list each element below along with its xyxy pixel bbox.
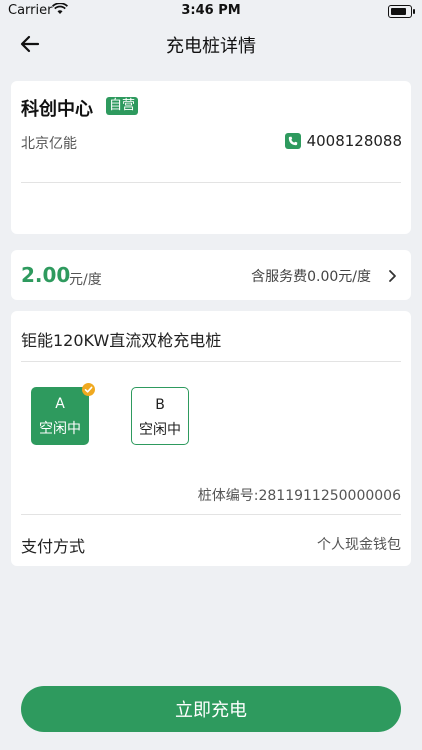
status-time: 3:46 PM: [181, 3, 241, 18]
phone-icon: [284, 133, 301, 149]
pile-number: 桩体编号:2811911250000006: [197, 488, 401, 504]
price-unit: 元/度: [69, 272, 102, 288]
nav-bar: 充电桩详情: [0, 22, 422, 66]
gun-letter: A: [55, 396, 65, 412]
divider: [21, 361, 401, 362]
gun-a-button[interactable]: A 空闲中: [31, 383, 95, 445]
station-card: 科创中心 自营 北京亿能 4008128088: [11, 81, 411, 234]
pile-card: 钜能120KW直流双枪充电桩 A 空闲中 B 空闲中 桩体编号:28119112…: [11, 311, 411, 566]
phone-link[interactable]: 4008128088: [284, 132, 402, 150]
gun-status: 空闲中: [39, 421, 81, 437]
operator-name: 北京亿能: [21, 136, 77, 152]
divider: [21, 514, 401, 515]
self-operated-badge: 自营: [106, 97, 139, 115]
gun-b-button[interactable]: B 空闲中: [131, 387, 189, 445]
battery-icon: [388, 5, 415, 18]
phone-number: 4008128088: [306, 132, 402, 150]
service-fee-text: 含服务费0.00元/度: [251, 269, 371, 285]
chevron-right-icon: [388, 268, 397, 287]
status-bar: Carrier 3:46 PM: [0, 0, 422, 22]
check-icon: [82, 383, 95, 396]
gun-status: 空闲中: [139, 422, 181, 438]
price-value: 2.00: [21, 263, 71, 287]
payment-method-value[interactable]: 个人现金钱包: [317, 534, 401, 554]
price-row[interactable]: 2.00 元/度 含服务费0.00元/度: [11, 250, 411, 300]
station-name: 科创中心: [21, 99, 93, 120]
pile-name: 钜能120KW直流双枪充电桩: [21, 331, 222, 350]
gun-letter: B: [155, 397, 165, 413]
charge-now-button[interactable]: 立即充电: [21, 686, 401, 732]
page-title: 充电桩详情: [166, 36, 256, 57]
payment-label: 支付方式: [21, 537, 86, 556]
divider: [21, 182, 401, 183]
